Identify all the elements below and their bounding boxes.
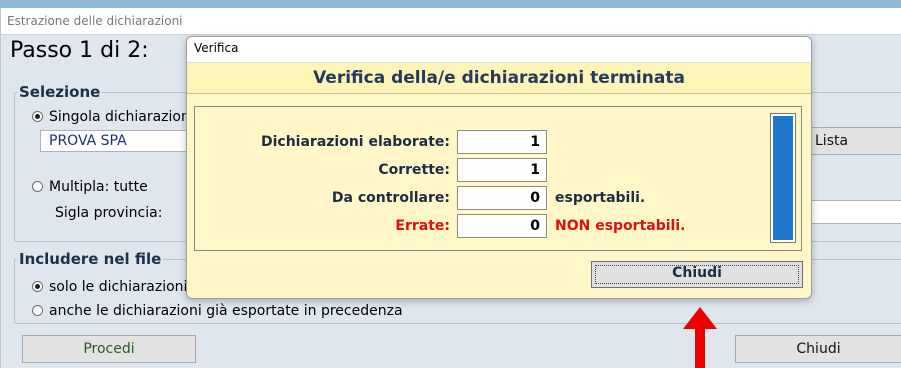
errors-value: 0 (457, 214, 547, 238)
correct-label: Corrette: (378, 162, 450, 178)
to-check-value: 0 (457, 186, 547, 210)
selection-legend: Selezione (19, 83, 101, 101)
dialog-title: Verifica (187, 37, 811, 63)
errors-label: Errate: (395, 218, 450, 234)
row-correct: Corrette: 1 (195, 158, 547, 182)
dialog-close-button[interactable]: Chiudi (591, 261, 803, 288)
errors-note: NON esportabili. (555, 218, 686, 234)
window-title: Estrazione delle dichiarazioni (1, 8, 901, 35)
results-panel: Dichiarazioni elaborate: 1 Corrette: 1 D… (194, 106, 802, 251)
multiple-declaration-label: Multipla: tutte (49, 179, 148, 195)
include-legend: Includere nel file (19, 250, 162, 268)
row-to-check: Da controllare: 0 esportabili. (195, 186, 645, 210)
single-declaration-field[interactable]: PROVA SPA (40, 130, 200, 152)
province-input[interactable] (810, 200, 901, 224)
row-processed: Dichiarazioni elaborate: 1 (195, 130, 547, 154)
province-label: Sigla provincia: (55, 205, 163, 221)
radio-selected-icon (32, 111, 43, 122)
focus-rectangle (595, 265, 799, 284)
step-title: Passo 1 di 2: (10, 38, 149, 63)
radio-selected-icon (32, 281, 43, 292)
include-only-radio[interactable]: solo le dichiarazioni (32, 278, 187, 296)
include-also-radio[interactable]: anche le dichiarazioni già esportate in … (32, 302, 403, 320)
include-also-label: anche le dichiarazioni già esportate in … (49, 303, 403, 319)
verification-dialog: Verifica Verifica della/e dichiarazioni … (186, 36, 812, 299)
radio-unselected-icon (32, 181, 43, 192)
multiple-declaration-radio[interactable]: Multipla: tutte (32, 178, 148, 196)
include-only-label: solo le dichiarazioni (49, 279, 188, 295)
processed-label: Dichiarazioni elaborate: (260, 134, 450, 150)
list-button[interactable]: Lista (806, 127, 901, 155)
single-declaration-label: Singola dichiarazione (49, 109, 199, 125)
to-check-note: esportabili. (555, 190, 646, 206)
processed-value: 1 (457, 130, 547, 154)
radio-unselected-icon (32, 305, 43, 316)
row-errors: Errate: 0 NON esportabili. (195, 214, 685, 238)
to-check-label: Da controllare: (331, 190, 450, 206)
single-declaration-radio[interactable]: Singola dichiarazione (32, 108, 198, 126)
proceed-button[interactable]: Procedi (22, 335, 196, 363)
correct-value: 1 (457, 158, 547, 182)
progress-bar (770, 113, 796, 243)
close-window-button[interactable]: Chiudi (735, 335, 901, 363)
dialog-header: Verifica della/e dichiarazioni terminata (187, 63, 811, 94)
red-arrow-icon (683, 307, 717, 368)
progress-fill (773, 116, 793, 240)
